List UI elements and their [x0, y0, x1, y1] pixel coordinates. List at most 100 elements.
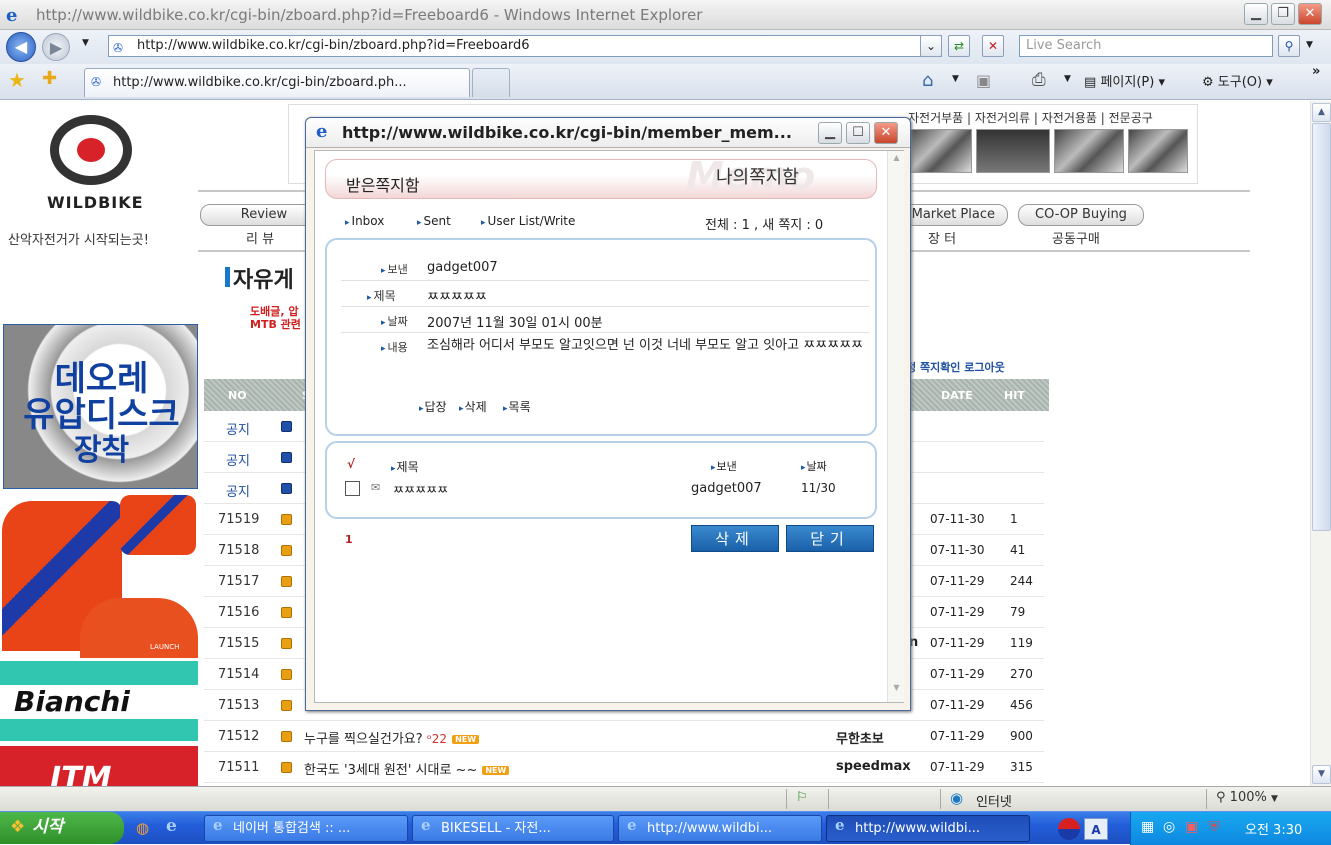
windows-logo-icon: ❖ [10, 817, 26, 837]
refresh-icon[interactable]: ⇄ [948, 35, 970, 57]
delete-link[interactable]: 삭제 [459, 398, 487, 415]
taskbar-item-wildbike-1[interactable]: http://www.wildbi... [618, 815, 822, 842]
sent-link[interactable]: Sent [417, 214, 451, 228]
row-date: 07-11-29 [930, 574, 985, 588]
address-input[interactable]: ✇ http://www.wildbike.co.kr/cgi-bin/zboa… [108, 35, 942, 57]
search-options-icon[interactable]: ▼ [1306, 40, 1313, 50]
menu-review-label: 리 뷰 [246, 232, 275, 247]
popup-maximize-button[interactable]: ☐ [846, 122, 870, 144]
site-logo[interactable] [38, 109, 158, 191]
row-subject[interactable]: 누구를 찍으실건가요? ᵒ22 NEW [304, 728, 480, 747]
sender-field: 보낸 gadget007 [341, 255, 869, 281]
memo-checkbox[interactable] [345, 481, 360, 496]
menu-coop-button[interactable]: CO-OP Buying [1018, 204, 1144, 226]
inbox-link[interactable]: Inbox [345, 214, 385, 228]
list-sender-header: 보낸 [711, 458, 737, 474]
language-flag-icon[interactable] [1058, 818, 1080, 840]
favorites-star-icon[interactable]: ★ [8, 68, 26, 92]
category-links[interactable]: 자전거부품 | 자전거의류 | 자전거용품 | 전문공구 [908, 109, 1153, 126]
forward-button[interactable]: ▶ [42, 33, 70, 61]
list-date-header: 날짜 [801, 458, 827, 474]
tab-favicon-icon: ✇ [91, 75, 102, 89]
page-menu-label: 페이지(P) [1100, 75, 1155, 90]
minimize-button[interactable]: ▁ [1244, 3, 1268, 25]
add-favorite-icon[interactable]: ✚ [42, 68, 57, 89]
zoom-control[interactable]: ⚲ 100% ▼ [1216, 790, 1278, 805]
clock[interactable]: 오전 3:30 [1245, 819, 1302, 838]
scroll-thumb[interactable] [1312, 123, 1331, 531]
post-icon [281, 421, 292, 432]
protected-mode-icon[interactable]: ⚐ [796, 790, 808, 805]
page-scrollbar[interactable]: ▲ ▼ [1310, 101, 1331, 786]
post-icon [281, 731, 292, 742]
antivirus-icon[interactable]: ▣ [1185, 819, 1198, 835]
tab-current[interactable]: ✇ http://www.wildbike.co.kr/cgi-bin/zboa… [84, 68, 470, 97]
member-links[interactable]: 정 쪽지확인 로그아웃 [906, 359, 1005, 375]
address-dropdown-icon[interactable]: ⌄ [920, 35, 942, 57]
banner-image-2[interactable] [976, 129, 1050, 173]
popup-close-button[interactable]: ✕ [874, 122, 898, 144]
feeds-icon[interactable]: ▣ [976, 71, 991, 90]
banner-image-4[interactable] [1128, 129, 1188, 173]
search-input[interactable]: Live Search [1019, 35, 1273, 57]
delete-button[interactable]: 삭제 [691, 525, 779, 552]
banner-image-1[interactable] [908, 129, 972, 173]
table-row[interactable]: 71511 한국도 '3세대 원전' 시대로 ~~ NEW speedmax 07-… [204, 752, 1044, 783]
shield-icon[interactable]: ⛨ [1209, 819, 1220, 835]
new-badge: NEW [452, 735, 480, 744]
subject-value: ㅉㅉㅉㅉㅉ [427, 290, 487, 305]
close-popup-button[interactable]: 닫기 [786, 525, 874, 552]
ad-deore-banner[interactable]: 데오레 유압디스크 장착 [3, 324, 198, 489]
popup-scroll-up-icon[interactable]: ▲ [889, 153, 904, 168]
status-divider [786, 789, 787, 809]
memo-sender[interactable]: gadget007 [691, 481, 762, 496]
search-icon[interactable]: ⚲ [1278, 35, 1300, 57]
tools-menu[interactable]: ⚙ 도구(O) ▾ [1202, 71, 1273, 90]
back-button[interactable]: ◀ [6, 32, 36, 62]
home-dropdown-icon[interactable]: ▼ [952, 74, 959, 84]
taskbar-item-naver[interactable]: 네이버 통합검색 :: ... [204, 815, 408, 842]
user-list-write-link[interactable]: User List/Write [481, 214, 576, 228]
quicklaunch-ie-icon[interactable]: e [166, 816, 177, 836]
list-link[interactable]: 목록 [503, 398, 531, 415]
history-dropdown-icon[interactable]: ▼ [82, 38, 89, 48]
row-hit: 79 [1010, 605, 1026, 619]
network-icon[interactable]: ▦ [1141, 819, 1154, 835]
popup-minimize-button[interactable]: ▁ [818, 122, 842, 144]
taskbar-item-bikesell[interactable]: BIKESELL - 자전... [412, 815, 614, 842]
security-icon[interactable]: ◎ [1163, 819, 1175, 835]
quicklaunch-firefox-icon[interactable]: ◍ [136, 819, 149, 837]
popup-scrollbar[interactable]: ▲ ▼ [887, 151, 904, 702]
popup-scroll-down-icon[interactable]: ▼ [889, 683, 904, 698]
maximize-button[interactable]: ❐ [1271, 3, 1295, 25]
row-subject[interactable]: 한국도 '3세대 원전' 시대로 ~~ NEW [304, 759, 510, 778]
scroll-up-button[interactable]: ▲ [1312, 103, 1331, 122]
header-date: DATE [941, 389, 973, 402]
ad-jersey-banner[interactable]: LAUNCH [0, 493, 198, 661]
sender-value[interactable]: gadget007 [427, 260, 498, 275]
row-writer[interactable]: speedmax [836, 759, 911, 774]
home-icon[interactable]: ⌂ [922, 70, 933, 91]
my-memo-box-link[interactable]: 나의쪽지함 [716, 163, 799, 189]
taskbar-item-wildbike-2[interactable]: http://www.wildbi... [826, 815, 1030, 842]
ime-indicator[interactable]: A [1084, 818, 1108, 840]
scroll-down-button[interactable]: ▼ [1312, 765, 1331, 784]
menu-coop-label: 공동구매 [1052, 232, 1100, 247]
print-dropdown-icon[interactable]: ▼ [1064, 74, 1071, 84]
memo-subject[interactable]: ㅉㅉㅉㅉㅉ [393, 481, 448, 498]
reply-button[interactable]: 답장 [419, 398, 447, 415]
logo-text: WILDBIKE [47, 193, 144, 212]
table-row[interactable]: 71512 누구를 찍으실건가요? ᵒ22 NEW 무한초보 07-11-29 900 [204, 721, 1044, 752]
banner-image-3[interactable] [1054, 129, 1124, 173]
close-button[interactable]: ✕ [1298, 3, 1322, 25]
row-writer[interactable]: 무한초보 [836, 728, 884, 747]
print-icon[interactable]: ⎙ [1032, 70, 1046, 90]
status-divider [1206, 789, 1207, 809]
stop-icon[interactable]: ✕ [982, 35, 1004, 57]
new-tab-button[interactable] [472, 68, 510, 97]
check-header: √ [347, 457, 356, 471]
start-button[interactable]: ❖ 시작 [0, 812, 124, 844]
page-menu[interactable]: ▤ 페이지(P) ▾ [1084, 71, 1165, 90]
page-number[interactable]: 1 [345, 533, 353, 546]
toolbar-overflow-icon[interactable]: » [1312, 64, 1320, 79]
